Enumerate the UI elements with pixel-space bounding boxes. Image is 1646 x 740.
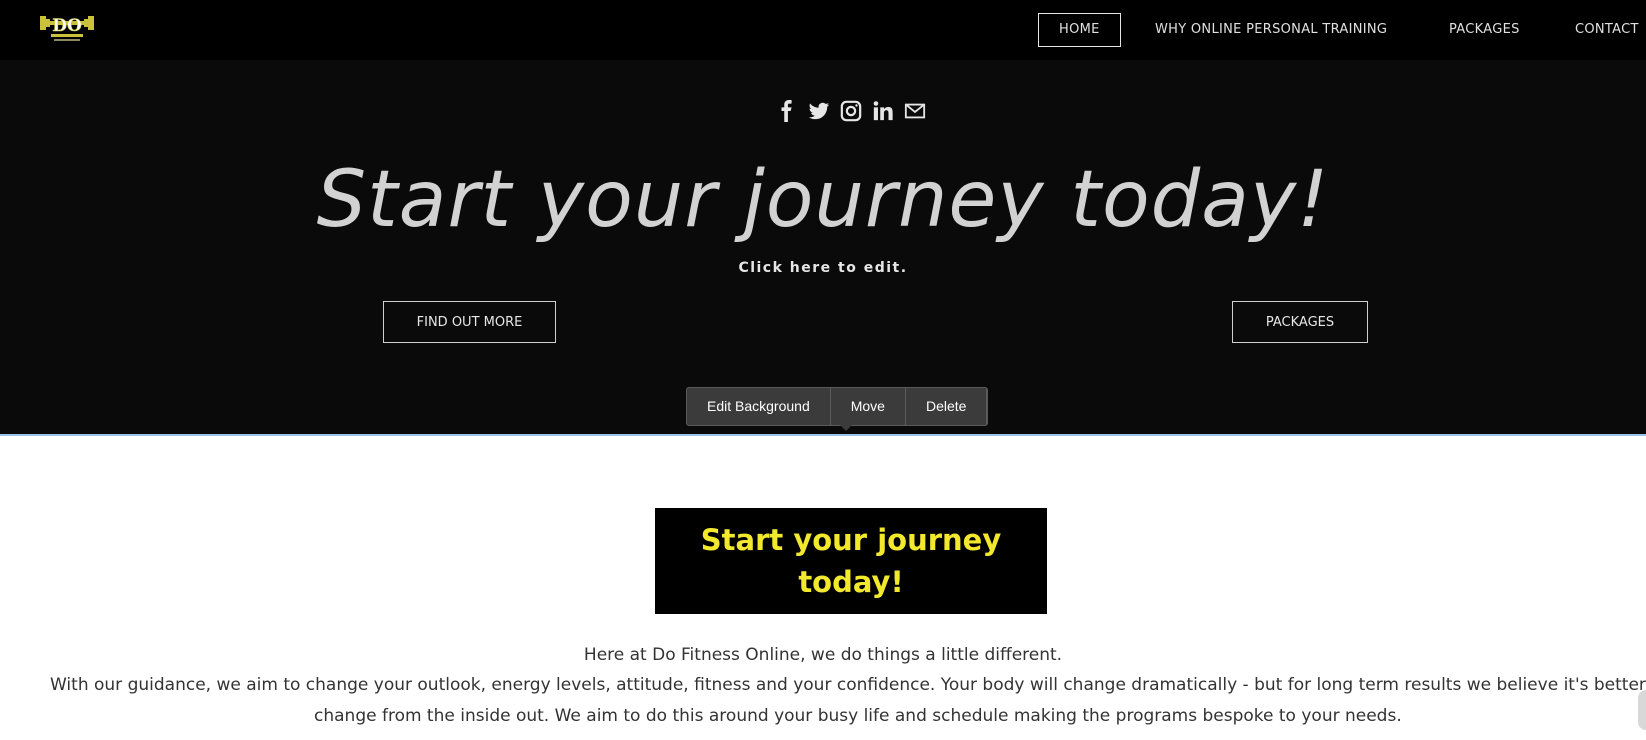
paragraph-block: With our guidance, we aim to change your…	[50, 670, 1646, 732]
section-selection-border	[0, 434, 1646, 436]
nav-home[interactable]: HOME	[1038, 13, 1121, 47]
hero-title[interactable]: Start your journey today!	[0, 155, 1646, 245]
paragraph-line1: With our guidance, we aim to change your…	[50, 675, 1646, 695]
facebook-icon[interactable]	[776, 100, 798, 124]
packages-button[interactable]: PACKAGES	[1232, 301, 1368, 343]
site-header: DO HOME WHY ONLINE PERSONAL TRAINING PAC…	[0, 0, 1646, 60]
find-out-more-button[interactable]: FIND OUT MORE	[383, 301, 556, 343]
social-bar	[776, 100, 926, 124]
instagram-icon[interactable]	[840, 100, 862, 124]
main-nav: HOME WHY ONLINE PERSONAL TRAINING PACKAG…	[0, 13, 1646, 47]
edit-background-button[interactable]: Edit Background	[687, 388, 831, 425]
nav-packages[interactable]: PACKAGES	[1449, 13, 1520, 47]
delete-button[interactable]: Delete	[906, 388, 988, 425]
hero-section[interactable]: Start your journey today! Click here to …	[0, 60, 1646, 434]
paragraph-line2: change from the inside out. We aim to do…	[314, 706, 1402, 726]
promo-title: Start your journey today!	[701, 519, 1001, 603]
mail-icon[interactable]	[904, 100, 926, 124]
promo-title-line2: today!	[798, 565, 904, 599]
promo-title-line1: Start your journey	[700, 523, 1002, 557]
toolbar-pointer	[840, 425, 852, 431]
move-button[interactable]: Move	[831, 388, 906, 425]
twitter-icon[interactable]	[808, 100, 830, 124]
hero-subtitle[interactable]: Click here to edit.	[0, 260, 1646, 276]
promo-banner[interactable]: Start your journey today!	[655, 508, 1047, 614]
linkedin-icon[interactable]	[872, 100, 894, 124]
intro-text-block: Here at Do Fitness Online, we do things …	[0, 640, 1646, 671]
scroll-handle[interactable]	[1638, 690, 1646, 730]
nav-why-online-personal-training[interactable]: WHY ONLINE PERSONAL TRAINING	[1155, 13, 1387, 47]
section-edit-toolbar: Edit Background Move Delete	[686, 387, 989, 431]
intro-line: Here at Do Fitness Online, we do things …	[583, 645, 1063, 665]
nav-contact[interactable]: CONTACT	[1575, 13, 1639, 47]
